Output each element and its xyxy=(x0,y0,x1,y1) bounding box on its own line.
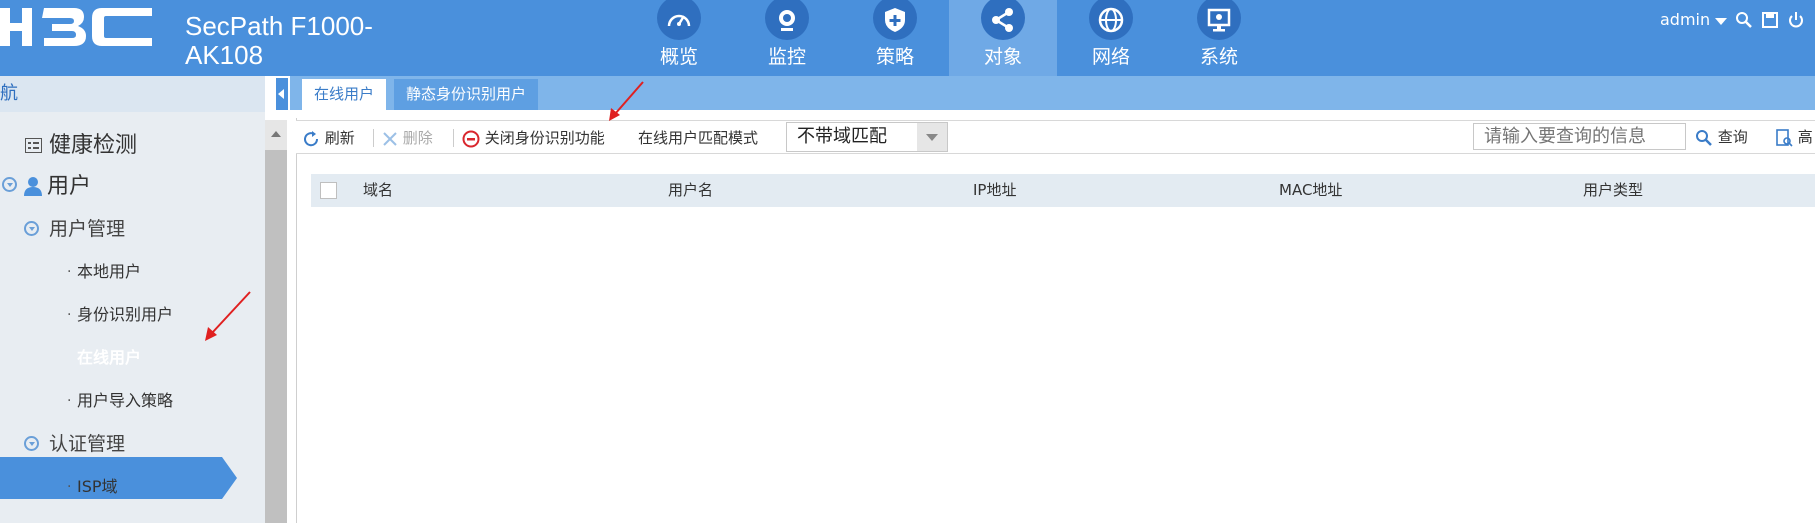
user-area: admin xyxy=(1660,10,1805,29)
sidebar-item-online-user[interactable]: 在线用户 xyxy=(0,338,265,378)
nav-policy[interactable]: 策略 xyxy=(841,0,949,76)
sidebar: 航 健康检测 用户 用户管理 · 本地用户 · 身份识别用户 在线用户 · 用户… xyxy=(0,76,265,523)
search-icon xyxy=(1696,129,1712,146)
dashboard-icon xyxy=(657,0,701,40)
column-header-user-type[interactable]: 用户类型 xyxy=(1583,174,1643,207)
sidebar-item-label: ISP域 xyxy=(77,477,118,496)
sidebar-item-label: 本地用户 xyxy=(77,262,142,281)
chevron-down-icon[interactable] xyxy=(917,123,947,151)
column-header-ip[interactable]: IP地址 xyxy=(973,174,1016,207)
bullet-dot: · xyxy=(67,393,72,409)
sidebar-item-local-user[interactable]: · 本地用户 xyxy=(0,252,265,292)
search-icon[interactable] xyxy=(1735,11,1753,29)
chevron-down-icon xyxy=(1715,18,1728,25)
advanced-search-icon xyxy=(1776,128,1793,147)
match-mode-label: 在线用户匹配模式 xyxy=(638,129,759,147)
globe-icon xyxy=(1089,0,1133,40)
scroll-up-icon[interactable] xyxy=(265,120,287,150)
nav-network-label: 网络 xyxy=(1091,46,1130,68)
user-icon xyxy=(24,177,42,196)
sidebar-item-identity-user[interactable]: · 身份识别用户 xyxy=(0,295,265,335)
sidebar-item-label: 身份识别用户 xyxy=(77,305,174,324)
sidebar-item-user-import-policy[interactable]: · 用户导入策略 xyxy=(0,381,265,421)
query-label: 查询 xyxy=(1717,128,1748,146)
collapse-sidebar-icon[interactable] xyxy=(276,78,288,110)
sidebar-item-isp-domain[interactable]: · ISP域 xyxy=(0,467,265,507)
nav-object[interactable]: 对象 xyxy=(949,0,1057,76)
refresh-label: 刷新 xyxy=(324,129,355,147)
nav-monitor[interactable]: 监控 xyxy=(733,0,841,76)
share-nodes-icon xyxy=(981,0,1025,40)
sidebar-item-label: 在线用户 xyxy=(77,348,142,367)
nav-overview[interactable]: 概览 xyxy=(625,0,733,76)
nav-network[interactable]: 网络 xyxy=(1057,0,1165,76)
refresh-icon xyxy=(304,130,319,146)
nav-system-label: 系统 xyxy=(1199,46,1238,68)
expand-icon xyxy=(24,221,39,236)
advanced-label: 高 xyxy=(1797,128,1813,146)
column-header-domain[interactable]: 域名 xyxy=(363,174,393,207)
minus-circle-icon xyxy=(462,130,480,147)
nav-policy-label: 策略 xyxy=(875,46,914,68)
sidebar-item-health-check[interactable]: 健康检测 xyxy=(0,126,265,166)
sidebar-title: 航 xyxy=(0,76,265,112)
delete-button[interactable]: 删除 xyxy=(382,121,433,155)
computer-icon xyxy=(1197,0,1241,40)
sidebar-item-auth-management[interactable]: 认证管理 xyxy=(0,424,265,464)
sidebar-item-label: 用户管理 xyxy=(49,218,126,240)
refresh-button[interactable]: 刷新 xyxy=(302,121,355,155)
delete-label: 删除 xyxy=(402,129,433,147)
username: admin xyxy=(1660,10,1711,29)
match-mode-value: 不带域匹配 xyxy=(797,126,887,147)
nav-overview-label: 概览 xyxy=(659,46,698,68)
close-icon xyxy=(383,131,397,146)
query-button[interactable]: 查询 xyxy=(1695,120,1748,154)
nav-object-label: 对象 xyxy=(983,46,1022,68)
power-icon[interactable] xyxy=(1787,11,1805,29)
toolbar-divider xyxy=(373,129,374,147)
sidebar-item-user-management[interactable]: 用户管理 xyxy=(0,209,265,249)
tab-online-user[interactable]: 在线用户 xyxy=(302,79,387,110)
product-name-line1: SecPath F1000- xyxy=(185,11,373,41)
select-all-checkbox[interactable] xyxy=(320,182,337,199)
table-header: 域名 用户名 IP地址 MAC地址 用户类型 xyxy=(311,174,1815,207)
sidebar-item-label: 认证管理 xyxy=(49,433,126,455)
main-nav: 概览 监控 策略 对象 网络 系统 xyxy=(625,0,1273,76)
match-mode-select[interactable]: 不带域匹配 xyxy=(786,122,948,152)
column-header-username[interactable]: 用户名 xyxy=(668,174,713,207)
h3c-logo xyxy=(0,8,152,46)
tab-static-identity-user[interactable]: 静态身份识别用户 xyxy=(394,79,539,110)
shield-icon xyxy=(873,0,917,40)
nav-monitor-label: 监控 xyxy=(767,46,806,68)
sidebar-item-user[interactable]: 用户 xyxy=(0,167,265,207)
user-menu[interactable]: admin xyxy=(1660,10,1728,29)
monitor-camera-icon xyxy=(765,0,809,40)
save-icon[interactable] xyxy=(1761,11,1779,29)
sidebar-tree: 健康检测 用户 用户管理 · 本地用户 · 身份识别用户 在线用户 · 用户导入… xyxy=(0,121,265,523)
bullet-dot: · xyxy=(67,307,72,323)
expand-icon xyxy=(2,177,17,192)
sidebar-scrollbar[interactable] xyxy=(265,120,287,523)
disable-identity-button[interactable]: 关闭身份识别功能 xyxy=(462,121,605,155)
sidebar-item-label: 健康检测 xyxy=(49,133,138,158)
disable-identity-label: 关闭身份识别功能 xyxy=(484,129,605,147)
column-header-mac[interactable]: MAC地址 xyxy=(1279,174,1342,207)
advanced-query-button[interactable]: 高 xyxy=(1775,120,1813,154)
list-icon xyxy=(25,138,42,153)
top-header: SecPath F1000- AK108 概览 监控 策略 对象 网络 系统 a… xyxy=(0,0,1815,76)
sidebar-item-label: 用户 xyxy=(47,174,92,199)
bullet-dot: · xyxy=(67,264,72,280)
bullet-dot: · xyxy=(67,479,72,495)
product-name-line2: AK108 xyxy=(185,40,264,70)
sidebar-item-label: 用户导入策略 xyxy=(77,391,174,410)
nav-system[interactable]: 系统 xyxy=(1165,0,1273,76)
toolbar-divider xyxy=(453,129,454,147)
expand-icon xyxy=(24,436,39,451)
tab-bar: 在线用户 静态身份识别用户 xyxy=(290,76,1815,110)
product-name: SecPath F1000- AK108 xyxy=(185,12,373,70)
search-input[interactable] xyxy=(1473,123,1686,150)
